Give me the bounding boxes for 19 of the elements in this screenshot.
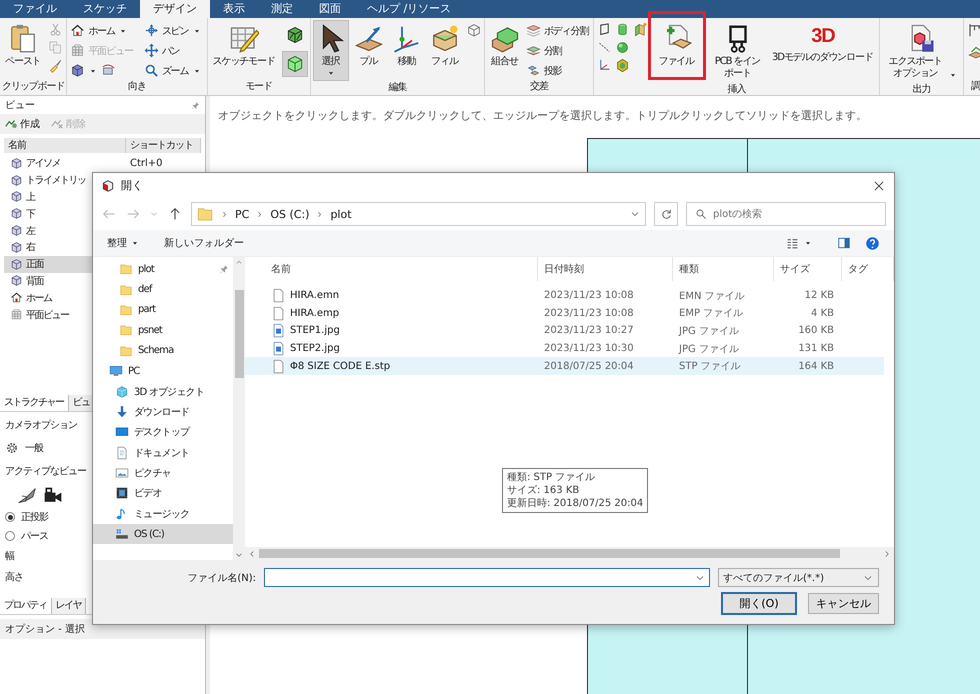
panel-title: ビュー <box>5 99 35 112</box>
tooltip: 種類: STP ファイル サイズ: 163 KB 更新日時: 2018/07/25 20:04 <box>502 468 648 513</box>
field-label: 高さ <box>5 570 23 584</box>
group-label: 調 <box>970 80 980 94</box>
section-title: カメラオプション <box>5 418 77 432</box>
group-label: 交差 <box>529 80 550 94</box>
field-label: ファイル名(N): <box>187 572 256 584</box>
field-label: アクティブなビュー <box>5 464 86 478</box>
dialog-title: 開く <box>121 178 144 193</box>
hint-text: オブジェクトをクリックします。ダブルクリックして、エッジループを選択します。トリプルクリックしてソリッドを選択します。 <box>217 108 868 124</box>
group-title: 一般 <box>25 442 43 455</box>
group-label: 編集 <box>387 81 408 95</box>
group-label: 向き <box>127 80 147 94</box>
shortcut-text: Ctrl+0 <box>129 158 164 169</box>
field-label: 幅 <box>5 550 14 564</box>
group-label: モード <box>244 80 274 94</box>
group-label: クリップボード <box>2 80 64 94</box>
group-label: 出力 <box>911 83 932 97</box>
group-label: 挿入 <box>726 83 747 97</box>
